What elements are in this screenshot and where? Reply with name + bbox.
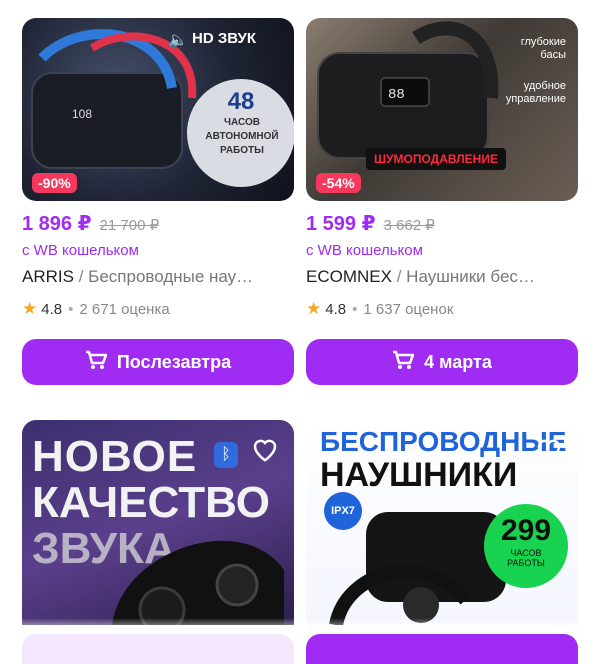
hours-circle: 299 ЧАСОВ РАБОТЫ [484,504,568,588]
rating-value: 4.8 [41,300,63,318]
cart-icon [85,350,108,375]
star-icon: ★ [306,299,322,318]
delivery-label: Послезавтра [116,351,232,372]
rating: ★ 4.8 • 2 671 оценка [22,299,294,319]
product-card[interactable]: НОВОЕ КАЧЕСТВО ЗВУКА ᛒ [22,420,294,625]
product-image[interactable]: НОВОЕ КАЧЕСТВО ЗВУКА ᛒ [22,420,294,625]
discount-badge: -54% [316,173,361,193]
title-separator: / [78,267,84,286]
svg-text:88: 88 [388,87,405,103]
add-to-cart-button[interactable]: 4 марта [306,339,578,385]
product-image[interactable]: БЕСПРОВОДНЫЕ НАУШНИКИ IPX7 299 ЧАСОВ РАБ… [306,420,578,625]
product-image[interactable]: 88 глубокие басы удобное управление ШУМО… [306,18,578,201]
product-image[interactable]: 108 🔈 HD ЗВУК 48 ЧАСОВ АВТОНОМНОЙ РАБОТЫ… [22,18,294,201]
product-name: Беспроводные нау… [88,267,254,286]
product-card[interactable]: 88 глубокие басы удобное управление ШУМО… [306,18,578,385]
product-title[interactable]: ARRIS / Беспроводные нау… [22,267,294,287]
old-price: 3 662 ₽ [383,217,435,234]
cart-icon [392,350,415,375]
title-separator: / [396,267,402,286]
image-subcaption: ЧАСОВ АВТОНОМНОЙ РАБОТЫ [205,117,279,156]
speaker-icon: 🔈 [168,32,188,49]
star-icon: ★ [22,299,38,318]
wallet-note: с WB кошельком [306,242,423,259]
top-scroll-edge [0,0,600,18]
image-banner: ШУМОПОДАВЛЕНИЕ [366,148,506,170]
add-to-cart-button[interactable]: Послезавтра [22,339,294,385]
delivery-label: 4 марта [424,351,492,372]
brand-name: ARRIS [22,267,74,286]
price: 1 896 ₽ [22,213,92,235]
old-price: 21 700 ₽ [99,217,160,234]
product-card[interactable]: БЕСПРОВОДНЫЕ НАУШНИКИ IPX7 299 ЧАСОВ РАБ… [306,420,578,625]
favorite-heart-icon[interactable] [250,434,280,464]
image-caption: глубокие басы [520,36,566,61]
product-name: Наушники бес… [406,267,535,286]
image-big-number: 48 [227,88,255,115]
image-caption-2: удобное управление [505,80,566,105]
svg-text:108: 108 [72,107,92,121]
product-card[interactable]: 108 🔈 HD ЗВУК 48 ЧАСОВ АВТОНОМНОЙ РАБОТЫ… [22,18,294,385]
next-card-edge [306,634,578,664]
discount-badge: -90% [32,173,77,193]
next-card-edge [22,634,294,664]
hours-number: 299 [500,514,552,547]
favorite-heart-icon[interactable] [534,434,564,464]
wallet-note: с WB кошельком [22,242,139,259]
product-title[interactable]: ECOMNEX / Наушники бес… [306,267,578,287]
reviews-count: 2 671 оценка [79,300,170,318]
rating: ★ 4.8 • 1 637 оценок [306,299,578,319]
dot-separator: • [68,300,74,318]
price: 1 599 ₽ [306,213,376,235]
brand-name: ECOMNEX [306,267,392,286]
image-caption: HD ЗВУК [192,30,256,47]
dot-separator: • [352,300,358,318]
rating-value: 4.8 [325,300,347,318]
hours-label: ЧАСОВ РАБОТЫ [507,548,545,568]
reviews-count: 1 637 оценок [363,300,454,318]
